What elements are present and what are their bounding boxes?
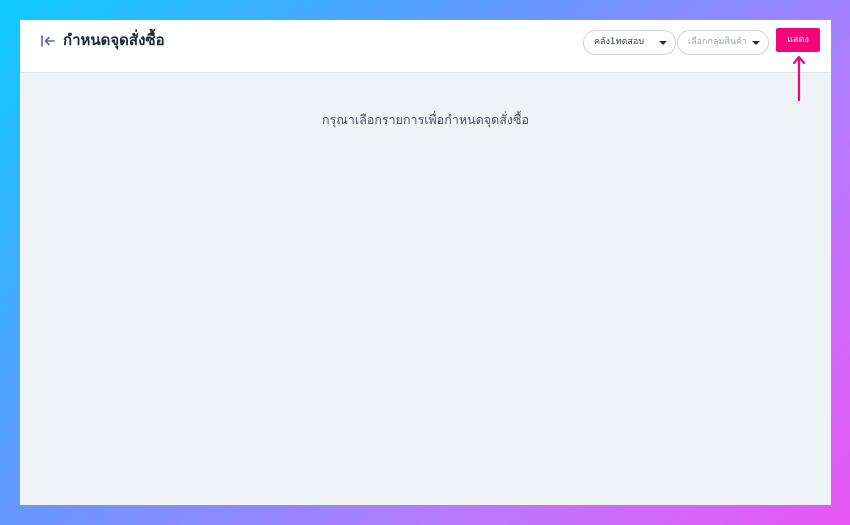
product-group-select[interactable]: เลือกกลุ่มสินค้า [677, 30, 769, 55]
page-header: กำหนดจุดสั่งซื้อ คลัง1ทดสอบ เลือกกลุ่มสิ… [20, 20, 831, 73]
collapse-left-arrow-icon[interactable] [40, 33, 56, 49]
show-button[interactable]: แสดง [776, 28, 820, 52]
page-title: กำหนดจุดสั่งซื้อ [63, 31, 165, 49]
product-group-placeholder: เลือกกลุ่มสินค้า [688, 37, 748, 47]
warehouse-select-value: คลัง1ทดสอบ [594, 37, 645, 47]
arrow-up-annotation-icon [792, 55, 806, 102]
warehouse-select[interactable]: คลัง1ทดสอบ [583, 30, 676, 55]
caret-down-icon [752, 41, 760, 45]
app-window: กำหนดจุดสั่งซื้อ คลัง1ทดสอบ เลือกกลุ่มสิ… [20, 20, 831, 505]
empty-state-message: กรุณาเลือกรายการเพื่อกำหนดจุดสั่งซื้อ [322, 112, 529, 127]
caret-down-icon [659, 41, 667, 45]
